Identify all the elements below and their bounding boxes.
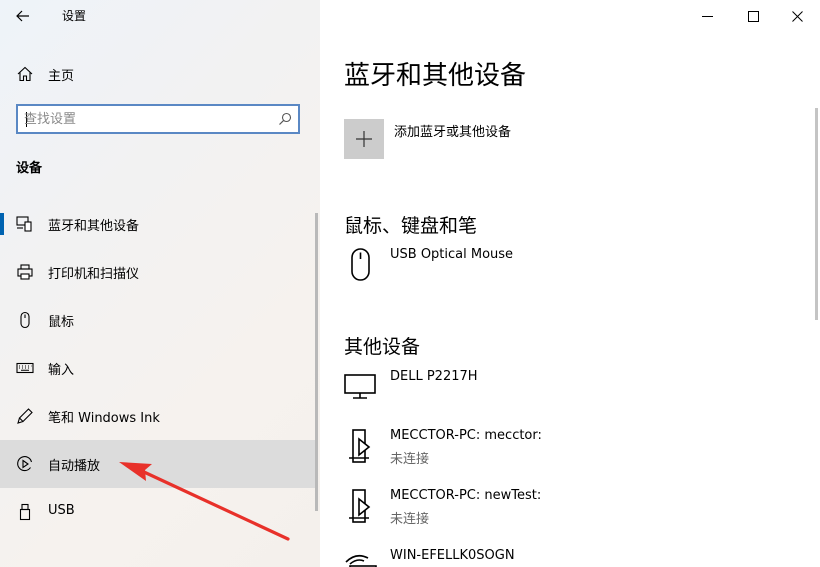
search-box[interactable] <box>16 104 300 134</box>
mouse-icon <box>351 248 370 281</box>
mouse-icon <box>20 311 30 329</box>
sidebar-item-label: 鼠标 <box>48 315 75 330</box>
device-status: 未连接 <box>390 452 430 467</box>
back-button[interactable] <box>0 0 46 32</box>
monitor-icon <box>344 374 376 399</box>
media-device-icon <box>349 489 371 523</box>
content-scrollbar[interactable] <box>815 108 818 320</box>
usb-icon <box>19 503 31 521</box>
sidebar-item-usb[interactable]: USB <box>0 488 318 536</box>
sidebar-item-label: 自动播放 <box>48 459 101 474</box>
arrow-left-icon <box>16 10 29 22</box>
sidebar-item-label: 输入 <box>48 363 75 378</box>
keyboard-icon <box>16 362 34 374</box>
sidebar-item-typing[interactable]: 输入 <box>0 344 318 392</box>
settings-content-pane: 蓝牙和其他设备 添加蓝牙或其他设备 鼠标、键盘和笔 USB Optical Mo… <box>320 0 820 567</box>
sidebar-item-printers[interactable]: 打印机和扫描仪 <box>0 248 318 296</box>
maximize-icon <box>747 10 759 22</box>
minimize-button[interactable] <box>684 0 730 32</box>
autoplay-icon <box>17 456 33 472</box>
plus-icon <box>356 131 372 147</box>
nav-section-header: 设备 <box>16 161 43 176</box>
nav-home[interactable]: 主页 <box>0 56 320 92</box>
app-title: 设置 <box>62 9 87 23</box>
search-icon[interactable] <box>278 112 292 126</box>
maximize-button[interactable] <box>730 0 776 32</box>
device-item[interactable]: WIN-EFELLK0SOGN <box>344 548 784 567</box>
device-item[interactable]: MECCTOR-PC: mecctor: 未连接 <box>344 428 784 474</box>
home-icon <box>17 66 33 82</box>
add-device-button[interactable] <box>344 119 384 159</box>
network-device-icon <box>345 554 377 567</box>
sidebar-item-pen[interactable]: 笔和 Windows Ink <box>0 392 318 440</box>
device-name: MECCTOR-PC: mecctor: <box>390 428 542 443</box>
device-status: 未连接 <box>390 512 430 527</box>
close-button[interactable] <box>774 0 820 32</box>
sidebar-item-label: USB <box>48 503 75 518</box>
sidebar-item-autoplay[interactable]: 自动播放 <box>0 440 318 488</box>
device-name: DELL P2217H <box>390 369 478 384</box>
device-name: WIN-EFELLK0SOGN <box>390 548 515 563</box>
nav-scrollbar[interactable] <box>315 213 318 511</box>
nav-home-label: 主页 <box>48 69 75 84</box>
sidebar-item-label: 蓝牙和其他设备 <box>48 219 140 234</box>
device-name: MECCTOR-PC: newTest: <box>390 488 542 503</box>
device-item[interactable]: DELL P2217H <box>344 369 784 415</box>
sidebar-item-bluetooth[interactable]: 蓝牙和其他设备 <box>0 200 318 248</box>
sidebar-item-mouse[interactable]: 鼠标 <box>0 296 318 344</box>
group-header-input-devices: 鼠标、键盘和笔 <box>344 215 478 237</box>
sidebar-item-label: 打印机和扫描仪 <box>48 267 140 282</box>
settings-nav-pane: 设置 主页 设备 蓝牙和其他设备 打印机和扫描仪 <box>0 0 320 567</box>
sidebar-item-label: 笔和 Windows Ink <box>48 411 160 426</box>
pen-icon <box>17 408 33 424</box>
group-header-other-devices: 其他设备 <box>344 336 421 358</box>
page-title: 蓝牙和其他设备 <box>344 61 527 91</box>
bluetooth-devices-icon <box>16 216 32 232</box>
device-item[interactable]: MECCTOR-PC: newTest: 未连接 <box>344 488 784 534</box>
add-device-label[interactable]: 添加蓝牙或其他设备 <box>394 121 511 140</box>
close-icon <box>791 10 803 22</box>
device-name: USB Optical Mouse <box>390 247 514 262</box>
device-item[interactable]: USB Optical Mouse <box>344 247 784 293</box>
minimize-icon <box>701 15 713 17</box>
printer-icon <box>17 264 33 280</box>
search-input[interactable] <box>24 110 274 128</box>
media-device-icon <box>349 429 371 463</box>
